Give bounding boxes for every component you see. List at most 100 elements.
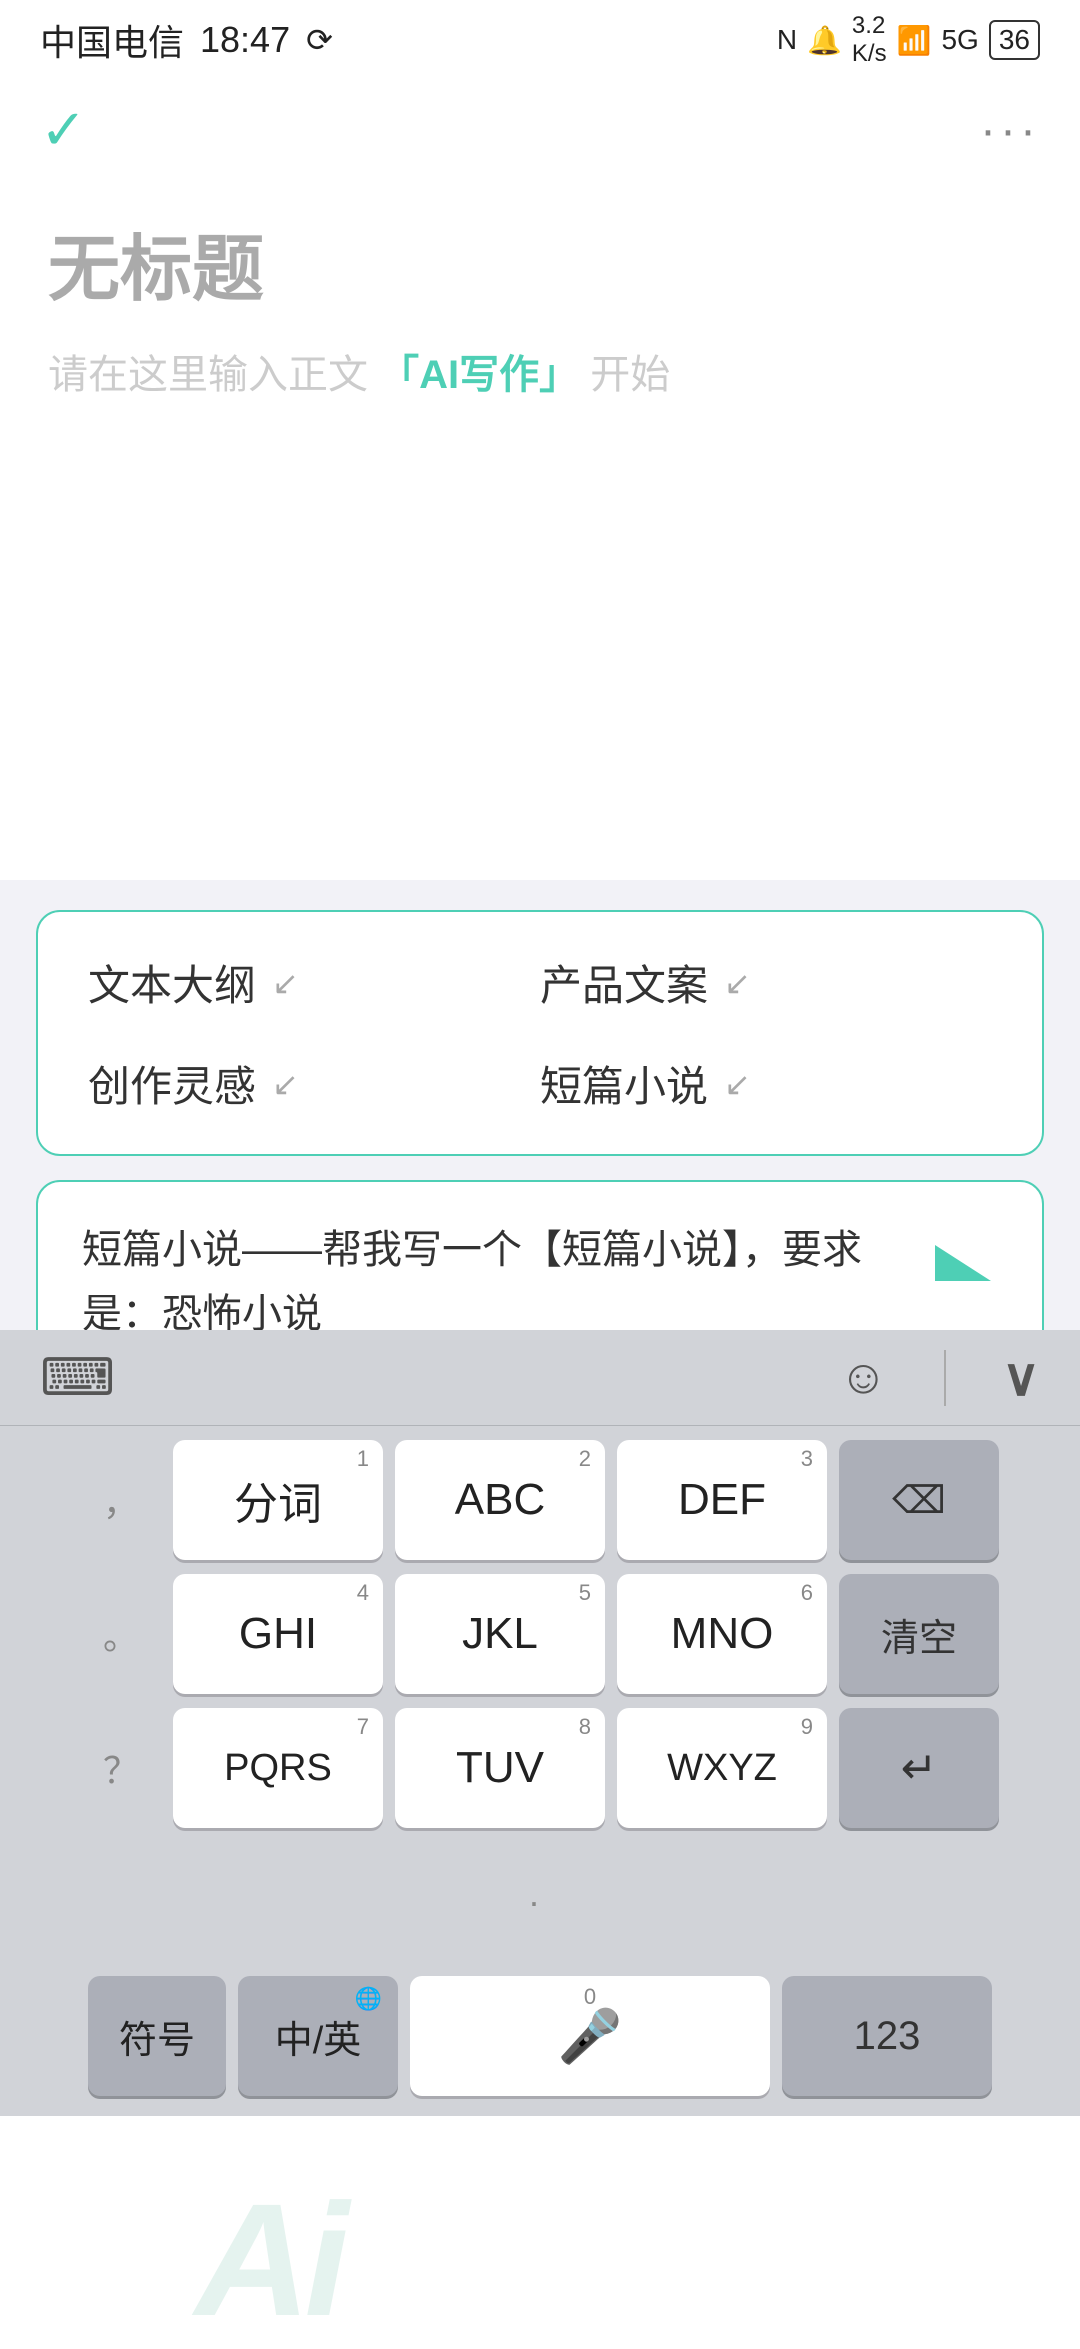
key-symbol-btn[interactable]: 符号	[88, 1976, 226, 2096]
check-button[interactable]: ✓	[40, 97, 87, 163]
toolbar: ✓ ···	[0, 80, 1080, 180]
ai-option-inspire-label: 创作灵感	[88, 1053, 256, 1114]
ai-options-grid: 文本大纲 ↙ 产品文案 ↙ 创作灵感 ↙ 短篇小说 ↙	[88, 952, 992, 1114]
toolbar-divider	[944, 1350, 946, 1406]
key-6-mno[interactable]: 6 MNO	[617, 1574, 827, 1694]
backspace-label: ⌫	[892, 1478, 946, 1523]
keyboard-keys: ， 1 分词 2 ABC 3 DEF ⌫	[0, 1426, 1080, 2116]
key-backspace[interactable]: ⌫	[839, 1440, 999, 1560]
key-123-btn[interactable]: 123	[782, 1976, 992, 2096]
ai-option-inspire[interactable]: 创作灵感 ↙	[88, 1053, 540, 1114]
key-bottom-row: 符号 🌐 中/英 0 🎤 123	[10, 1976, 1070, 2116]
key-4-ghi[interactable]: 4 GHI	[173, 1574, 383, 1694]
mic-icon[interactable]: 🎤	[558, 2006, 623, 2067]
key-row-3: ？ 7 PQRS 8 TUV 9 WXYZ ↵	[10, 1708, 1070, 1828]
key-3-label: DEF	[678, 1475, 766, 1525]
key-5-jkl[interactable]: 5 JKL	[395, 1574, 605, 1694]
key-9-wxyz[interactable]: 9 WXYZ	[617, 1708, 827, 1828]
clear-label: 清空	[881, 1607, 957, 1662]
ai-option-story[interactable]: 短篇小说 ↙	[540, 1053, 992, 1114]
key-7-number: 7	[357, 1716, 369, 1738]
key-lang-btn[interactable]: 🌐 中/英	[238, 1976, 398, 2096]
key-row-2: 。 4 GHI 5 JKL 6 MNO 清空	[10, 1574, 1070, 1694]
key-4-number: 4	[357, 1582, 369, 1604]
key-row-1: ， 1 分词 2 ABC 3 DEF ⌫	[10, 1440, 1070, 1560]
key-space[interactable]: 0 🎤	[410, 1976, 770, 2096]
chevron-down-icon[interactable]: ∨	[1002, 1348, 1040, 1408]
globe-icon-small: 🌐	[355, 1986, 382, 2012]
key-3-number: 3	[801, 1448, 813, 1470]
key-row-4: ·	[10, 1842, 1070, 1962]
period-label: 。	[103, 1608, 139, 1660]
ai-option-story-icon: ↙	[724, 1065, 751, 1103]
ai-watermark-text: Ai	[195, 2180, 343, 2340]
key-5-label: JKL	[462, 1609, 538, 1659]
content-area: 无标题 请在这里输入正文 「AI写作」 开始	[0, 180, 1080, 405]
lang-label: 中/英	[275, 2009, 362, 2064]
signal-icon: 5G	[941, 24, 978, 56]
keyboard: ⌨ ☺ ∨ ， 1 分词 2 ABC	[0, 1330, 1080, 2116]
more-button[interactable]: ···	[980, 103, 1040, 158]
key-question[interactable]: ？	[81, 1708, 161, 1828]
status-right: N 🔔 3.2K/s 📶 5G 36	[777, 12, 1040, 68]
keyboard-main: ， 1 分词 2 ABC 3 DEF ⌫	[0, 1426, 1080, 2116]
key-2-number: 2	[579, 1448, 591, 1470]
symbol-label: 符号	[119, 2009, 195, 2064]
ai-option-copy-label: 产品文案	[540, 952, 708, 1013]
status-bar: 中国电信 18:47 ⟳ N 🔔 3.2K/s 📶 5G 36	[0, 0, 1080, 80]
key-5-number: 5	[579, 1582, 591, 1604]
ai-option-copy[interactable]: 产品文案 ↙	[540, 952, 992, 1013]
key-2-abc[interactable]: 2 ABC	[395, 1440, 605, 1560]
ai-option-outline-label: 文本大纲	[88, 952, 256, 1013]
key-1-label: 分词	[234, 1468, 322, 1532]
nfc-icon: N	[777, 24, 797, 56]
key-comma[interactable]: ，	[81, 1440, 161, 1560]
emoji-icon[interactable]: ☺	[839, 1350, 888, 1405]
key-1-number: 1	[357, 1448, 369, 1470]
key-4-label: GHI	[239, 1609, 317, 1659]
data-speed-icon: 3.2K/s	[852, 12, 887, 68]
key-9-label: WXYZ	[667, 1747, 777, 1790]
question-label: ？	[103, 1742, 139, 1794]
carrier-label: 中国电信	[40, 14, 184, 66]
time-label: 18:47	[200, 19, 290, 61]
ai-option-outline[interactable]: 文本大纲 ↙	[88, 952, 540, 1013]
key-enter[interactable]: ↵	[839, 1708, 999, 1828]
key-3-def[interactable]: 3 DEF	[617, 1440, 827, 1560]
space-number: 0	[584, 1984, 596, 2010]
ai-option-copy-icon: ↙	[724, 964, 751, 1002]
bell-icon: 🔔	[807, 24, 842, 57]
ai-input-text[interactable]: 短篇小说——帮我写一个【短篇小说】，要求是：恐怖小说	[82, 1218, 908, 1346]
ai-watermark: Ai	[195, 2175, 419, 2340]
key-2-label: ABC	[455, 1475, 545, 1525]
placeholder-before: 请在这里输入正文	[48, 353, 368, 397]
status-left: 中国电信 18:47 ⟳	[40, 14, 333, 66]
keyboard-toolbar-right: ☺ ∨	[839, 1348, 1040, 1408]
key-6-number: 6	[801, 1582, 813, 1604]
key-dot[interactable]: ·	[494, 1842, 574, 1962]
dot-label: ·	[528, 1881, 540, 1923]
placeholder-ai: 「AI写作」	[379, 353, 579, 397]
ai-option-story-label: 短篇小说	[540, 1053, 708, 1114]
send-triangle-icon	[935, 1245, 991, 1281]
ai-send-button[interactable]	[928, 1228, 998, 1298]
keyboard-toolbar: ⌨ ☺ ∨	[0, 1330, 1080, 1426]
keyboard-toolbar-left: ⌨	[40, 1348, 115, 1408]
placeholder-after: 开始	[590, 353, 670, 397]
key-1-fenxi[interactable]: 1 分词	[173, 1440, 383, 1560]
document-placeholder[interactable]: 请在这里输入正文 「AI写作」 开始	[48, 345, 1032, 405]
key-7-label: PQRS	[224, 1747, 332, 1790]
key-7-pqrs[interactable]: 7 PQRS	[173, 1708, 383, 1828]
num-label: 123	[854, 2014, 921, 2059]
document-title[interactable]: 无标题	[48, 210, 1032, 315]
key-8-number: 8	[579, 1716, 591, 1738]
key-8-tuv[interactable]: 8 TUV	[395, 1708, 605, 1828]
key-clear[interactable]: 清空	[839, 1574, 999, 1694]
key-6-label: MNO	[671, 1609, 774, 1659]
globe-keyboard-icon[interactable]: ⌨	[40, 1348, 115, 1408]
key-period[interactable]: 。	[81, 1574, 161, 1694]
ai-option-inspire-icon: ↙	[272, 1065, 299, 1103]
ai-option-outline-icon: ↙	[272, 964, 299, 1002]
ai-options-card: 文本大纲 ↙ 产品文案 ↙ 创作灵感 ↙ 短篇小说 ↙	[36, 910, 1044, 1156]
enter-label: ↵	[901, 1743, 938, 1794]
